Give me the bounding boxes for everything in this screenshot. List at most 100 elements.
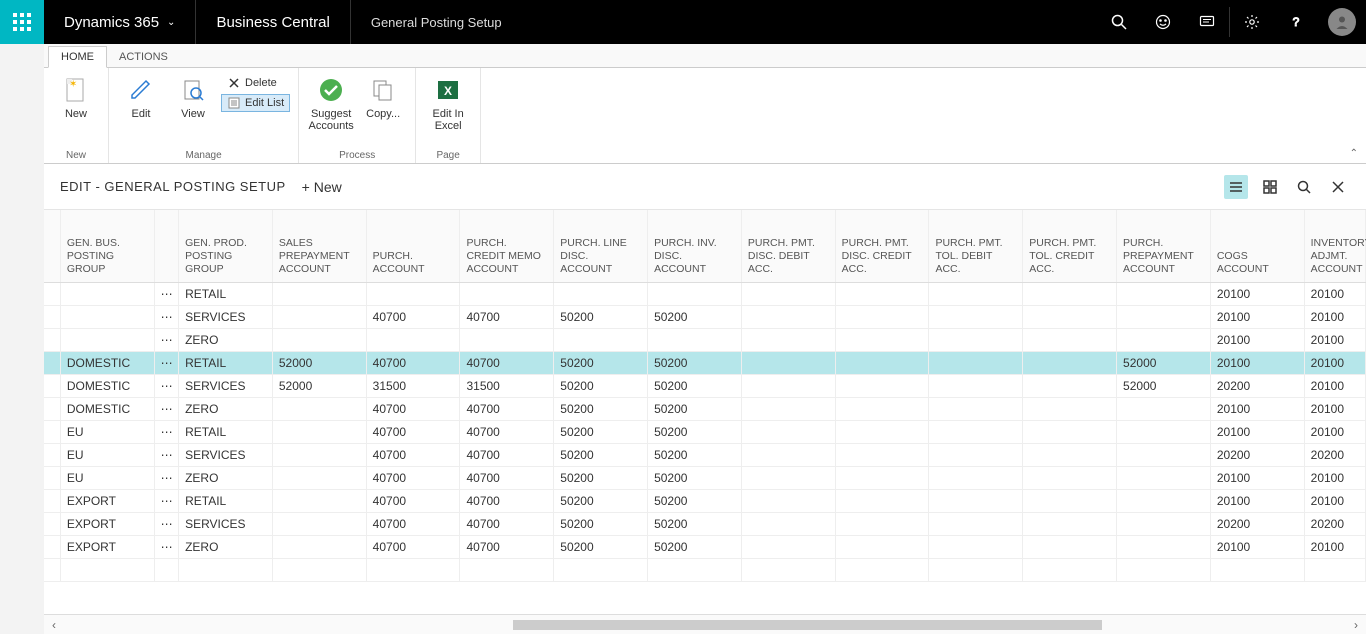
cell[interactable]	[1023, 420, 1117, 443]
table-row[interactable]: EXPORT⋯RETAIL407004070050200502002010020…	[44, 489, 1366, 512]
cell[interactable]	[1023, 443, 1117, 466]
table-row[interactable]: ⋯SERVICES407004070050200502002010020100	[44, 305, 1366, 328]
cell[interactable]	[835, 351, 929, 374]
cell[interactable]: EXPORT	[60, 489, 154, 512]
cell[interactable]: 50200	[554, 305, 648, 328]
col-header[interactable]: GEN. BUS. POSTING GROUP	[60, 210, 154, 282]
row-menu-icon[interactable]: ⋯	[154, 282, 178, 305]
cell[interactable]	[272, 466, 366, 489]
cell[interactable]	[835, 489, 929, 512]
cell[interactable]	[1117, 305, 1211, 328]
search-icon[interactable]	[1097, 0, 1141, 44]
product-name[interactable]: Business Central	[196, 0, 350, 44]
cell[interactable]	[1117, 535, 1211, 558]
cell[interactable]: 40700	[366, 420, 460, 443]
cell[interactable]: 20100	[1304, 305, 1365, 328]
cell[interactable]: RETAIL	[179, 282, 273, 305]
cell[interactable]	[460, 558, 554, 581]
row-menu-icon[interactable]: ⋯	[154, 397, 178, 420]
cell[interactable]	[1304, 558, 1365, 581]
cell[interactable]: 20100	[1210, 328, 1304, 351]
cell[interactable]: 20100	[1304, 328, 1365, 351]
row-selector[interactable]	[44, 397, 60, 420]
cell[interactable]	[835, 535, 929, 558]
cell[interactable]: 50200	[648, 443, 742, 466]
cell[interactable]	[1117, 397, 1211, 420]
cell[interactable]: 50200	[554, 512, 648, 535]
table-row[interactable]: EU⋯ZERO407004070050200502002010020100	[44, 466, 1366, 489]
table-row[interactable]	[44, 558, 1366, 581]
cell[interactable]	[272, 305, 366, 328]
cell[interactable]: 20200	[1304, 512, 1365, 535]
cell[interactable]: 52000	[272, 374, 366, 397]
cell[interactable]	[1117, 282, 1211, 305]
cell[interactable]	[1117, 466, 1211, 489]
cell[interactable]: 50200	[648, 535, 742, 558]
cell[interactable]: SERVICES	[179, 443, 273, 466]
cell[interactable]	[835, 374, 929, 397]
scroll-track[interactable]	[64, 619, 1346, 631]
cell[interactable]	[929, 374, 1023, 397]
row-selector[interactable]	[44, 374, 60, 397]
cell[interactable]: 20100	[1304, 420, 1365, 443]
row-menu-icon[interactable]: ⋯	[154, 512, 178, 535]
row-selector[interactable]	[44, 535, 60, 558]
cell[interactable]	[1023, 558, 1117, 581]
cell[interactable]: ZERO	[179, 535, 273, 558]
cell[interactable]: 50200	[554, 489, 648, 512]
cell[interactable]	[1210, 558, 1304, 581]
row-selector[interactable]	[44, 443, 60, 466]
cell[interactable]	[741, 466, 835, 489]
cell[interactable]: 40700	[460, 535, 554, 558]
cell[interactable]	[741, 443, 835, 466]
cell[interactable]	[272, 489, 366, 512]
cell[interactable]: 20100	[1304, 351, 1365, 374]
page-new-button[interactable]: + New	[302, 179, 342, 195]
cell[interactable]: 40700	[366, 305, 460, 328]
cell[interactable]	[929, 443, 1023, 466]
row-selector[interactable]	[44, 466, 60, 489]
app-launcher-icon[interactable]	[0, 0, 44, 44]
cell[interactable]	[835, 397, 929, 420]
cell[interactable]: 40700	[460, 489, 554, 512]
cell[interactable]: 52000	[1117, 351, 1211, 374]
cell[interactable]	[835, 558, 929, 581]
cell[interactable]	[1023, 512, 1117, 535]
data-grid[interactable]: GEN. BUS. POSTING GROUP GEN. PROD. POSTI…	[44, 210, 1366, 582]
row-selector[interactable]	[44, 282, 60, 305]
col-header[interactable]: SALES PREPAYMENT ACCOUNT	[272, 210, 366, 282]
cell[interactable]: EU	[60, 466, 154, 489]
cell[interactable]: 40700	[460, 420, 554, 443]
cell[interactable]: 50200	[648, 351, 742, 374]
cell[interactable]: SERVICES	[179, 374, 273, 397]
cell[interactable]	[460, 282, 554, 305]
tile-view-icon[interactable]	[1258, 175, 1282, 199]
suggest-accounts-button[interactable]: Suggest Accounts	[307, 72, 355, 132]
gear-icon[interactable]	[1230, 0, 1274, 44]
scroll-left-icon[interactable]: ‹	[44, 618, 64, 632]
cell[interactable]	[929, 328, 1023, 351]
cell[interactable]: 20100	[1210, 351, 1304, 374]
cell[interactable]	[741, 282, 835, 305]
cell[interactable]	[835, 512, 929, 535]
col-header[interactable]: PURCH. PMT. DISC. DEBIT ACC.	[741, 210, 835, 282]
row-selector[interactable]	[44, 489, 60, 512]
cell[interactable]	[929, 558, 1023, 581]
cell[interactable]	[929, 305, 1023, 328]
cell[interactable]: 20200	[1210, 374, 1304, 397]
cell[interactable]: 40700	[460, 443, 554, 466]
cell[interactable]	[741, 305, 835, 328]
cell[interactable]	[60, 305, 154, 328]
cell[interactable]	[741, 397, 835, 420]
cell[interactable]: 50200	[648, 420, 742, 443]
cell[interactable]	[929, 282, 1023, 305]
row-menu-icon[interactable]: ⋯	[154, 328, 178, 351]
cell[interactable]: 20100	[1210, 489, 1304, 512]
view-button[interactable]: View	[169, 72, 217, 120]
cell[interactable]	[741, 351, 835, 374]
cell[interactable]: 20100	[1304, 397, 1365, 420]
cell[interactable]	[1023, 328, 1117, 351]
cell[interactable]: 50200	[554, 466, 648, 489]
row-selector[interactable]	[44, 328, 60, 351]
row-menu-icon[interactable]: ⋯	[154, 466, 178, 489]
